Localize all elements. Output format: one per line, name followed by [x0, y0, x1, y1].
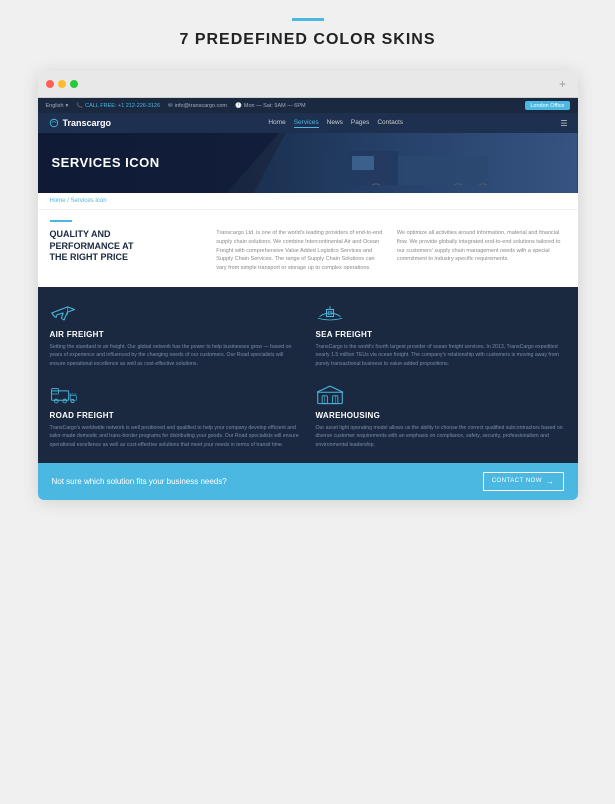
contact-now-label: CONTACT NOW	[492, 478, 542, 484]
nav-pages[interactable]: Pages	[351, 119, 369, 128]
language-selector[interactable]: English ▾	[46, 103, 69, 109]
hero-section: SERVICES ICON	[38, 133, 578, 193]
phone-number: 📞 CALL FREE: +1 212-226-3126	[76, 103, 160, 109]
section-underline	[50, 220, 72, 222]
warehousing-text: Our asset light operating model allows u…	[316, 424, 566, 449]
utility-bar: English ▾ 📞 CALL FREE: +1 212-226-3126 ✉…	[38, 98, 578, 113]
browser-chrome: +	[38, 71, 578, 98]
nav-contacts[interactable]: Contacts	[377, 119, 403, 128]
service-warehousing: WAREHOUSING Our asset light operating mo…	[316, 382, 566, 449]
cta-bar: Not sure which solution fits your busine…	[38, 463, 578, 500]
road-freight-title: ROAD FREIGHT	[50, 411, 300, 420]
service-sea-freight: SEA FREIGHT TransCargo is the world's fo…	[316, 301, 566, 368]
service-road-freight: ROAD FREIGHT TransCargo's worldwide netw…	[50, 382, 300, 449]
top-section: 7 PREDEFINED COLOR SKINS	[0, 0, 615, 71]
content-col-mid: Transcargo Ltd. is one of the world's le…	[216, 229, 385, 273]
quality-title: QUALITY ANDPERFORMANCE ATTHE RIGHT PRICE	[50, 229, 205, 264]
dot-red[interactable]	[46, 80, 54, 88]
dot-yellow[interactable]	[58, 80, 66, 88]
hero-title: SERVICES ICON	[52, 155, 564, 170]
breadcrumb: Home / Services Icon	[38, 193, 578, 210]
breadcrumb-home[interactable]: Home	[50, 198, 66, 204]
plane-icon	[50, 301, 78, 325]
air-freight-text: Setting the standard in air freight. Our…	[50, 343, 300, 368]
content-columns: QUALITY ANDPERFORMANCE ATTHE RIGHT PRICE…	[50, 229, 566, 273]
content-text-right: We optimize all activities around inform…	[397, 229, 566, 264]
services-section: AIR FREIGHT Setting the standard in air …	[38, 287, 578, 463]
main-nav: Transcargo Home Services News Pages Cont…	[38, 113, 578, 133]
location-button[interactable]: London Office	[525, 101, 569, 110]
nav-news[interactable]: News	[327, 119, 343, 128]
quality-title-col: QUALITY ANDPERFORMANCE ATTHE RIGHT PRICE	[50, 229, 205, 273]
ship-icon	[316, 301, 344, 325]
contact-arrow-icon: →	[546, 477, 555, 486]
warehousing-title: WAREHOUSING	[316, 411, 566, 420]
road-freight-text: TransCargo's worldwide network is well p…	[50, 424, 300, 449]
breadcrumb-current: Services Icon	[71, 198, 107, 204]
nav-links: Home Services News Pages Contacts	[268, 119, 403, 128]
browser-frame: + English ▾ 📞 CALL FREE: +1 212-226-3126…	[38, 71, 578, 500]
page-title: 7 PREDEFINED COLOR SKINS	[179, 31, 435, 49]
cta-text: Not sure which solution fits your busine…	[52, 477, 227, 486]
business-hours: 🕐 Mon — Sat: 9AM — 6PM	[235, 103, 306, 109]
air-freight-title: AIR FREIGHT	[50, 330, 300, 339]
sea-freight-title: SEA FREIGHT	[316, 330, 566, 339]
nav-services[interactable]: Services	[294, 119, 319, 128]
truck-icon	[50, 382, 78, 406]
dot-green[interactable]	[70, 80, 78, 88]
warehouse-icon	[316, 382, 344, 406]
email-address: ✉ info@transcargo.com	[168, 103, 227, 109]
content-text-mid: Transcargo Ltd. is one of the world's le…	[216, 229, 385, 273]
browser-dots	[46, 80, 78, 88]
logo: Transcargo	[48, 118, 112, 128]
nav-home[interactable]: Home	[268, 119, 285, 128]
content-section: QUALITY ANDPERFORMANCE ATTHE RIGHT PRICE…	[38, 210, 578, 287]
utility-bar-left: English ▾ 📞 CALL FREE: +1 212-226-3126 ✉…	[46, 103, 306, 109]
service-air-freight: AIR FREIGHT Setting the standard in air …	[50, 301, 300, 368]
contact-now-button[interactable]: CONTACT NOW →	[483, 472, 564, 491]
sea-freight-text: TransCargo is the world's fourth largest…	[316, 343, 566, 368]
accent-bar	[292, 18, 324, 21]
nav-search-icon[interactable]: ☰	[560, 119, 567, 128]
browser-plus-button[interactable]: +	[556, 77, 570, 91]
content-col-right: We optimize all activities around inform…	[397, 229, 566, 273]
